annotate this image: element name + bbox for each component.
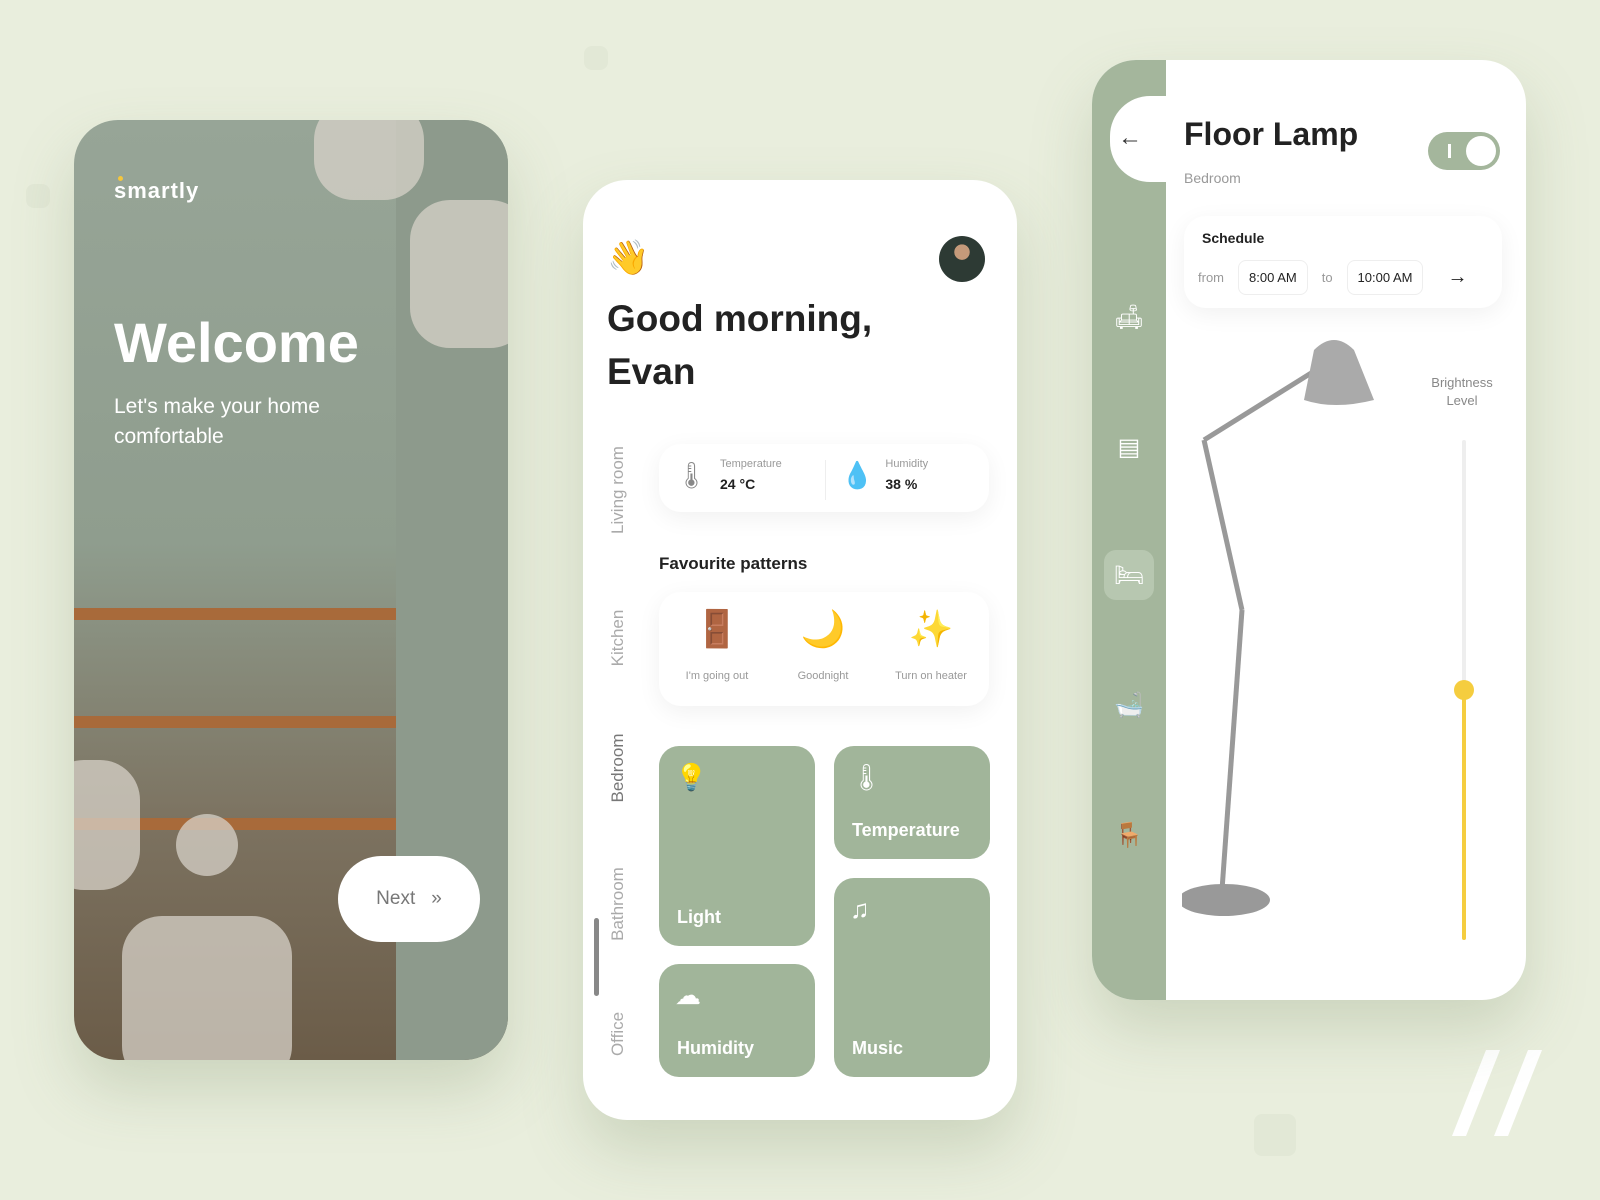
stats-card: 🌡 Temperature 24 °C 💧 Humidity 38 % <box>659 444 989 512</box>
office-chair-icon[interactable]: 🪑 <box>1104 810 1154 860</box>
tile-humidity[interactable]: ☁ Humidity <box>659 964 815 1077</box>
schedule-card: Schedule from 8:00 AM to 10:00 AM → <box>1184 216 1502 308</box>
divider <box>825 460 826 500</box>
sparkles-icon: ✨ <box>908 608 954 649</box>
bathtub-icon[interactable]: 🛁 <box>1104 680 1154 730</box>
tile-light[interactable]: 💡 Light <box>659 746 815 946</box>
tile-label: Temperature <box>852 820 960 840</box>
thermometer-icon: 🌡 <box>850 762 884 792</box>
door-icon: 🚪 <box>694 608 740 649</box>
decor <box>1254 1114 1296 1156</box>
decor <box>26 184 50 208</box>
brightness-handle[interactable] <box>1454 680 1474 700</box>
greeting: Good morning, Evan <box>607 298 873 392</box>
tile-label: Humidity <box>677 1038 755 1058</box>
brightness-label: Brightness Level <box>1431 375 1493 408</box>
from-label: from <box>1198 270 1224 285</box>
tab-office[interactable]: Office <box>608 1004 628 1064</box>
brightness-slider[interactable] <box>1454 440 1474 940</box>
tab-kitchen[interactable]: Kitchen <box>608 598 628 678</box>
waving-hand-icon: 👋 <box>607 239 650 277</box>
pattern-heater[interactable]: ✨ Turn on heater <box>881 608 981 682</box>
shelf <box>74 716 396 728</box>
bulb-icon: 💡 <box>675 762 708 792</box>
device-room: Bedroom <box>1184 170 1241 186</box>
avatar[interactable] <box>939 236 985 282</box>
pattern-going-out[interactable]: 🚪 I'm going out <box>667 608 767 682</box>
tab-bedroom[interactable]: Bedroom <box>608 723 628 813</box>
brightness-fill <box>1462 690 1466 940</box>
tab-living-room[interactable]: Living room <box>608 435 628 545</box>
pattern-label: Goodnight <box>797 670 849 682</box>
decor <box>314 120 424 200</box>
back-arrow-icon[interactable]: ← <box>1118 124 1142 152</box>
arrow-right-icon[interactable]: → <box>1447 266 1467 289</box>
decor <box>410 200 508 348</box>
tile-temperature[interactable]: 🌡 Temperature <box>834 746 990 859</box>
music-icon: ♫ <box>850 894 870 924</box>
active-room-indicator <box>594 918 599 996</box>
from-time-input[interactable]: 8:00 AM <box>1238 260 1308 295</box>
home-screen: 👋 Good morning, Evan Living room Kitchen… <box>583 180 1017 1120</box>
stat-value: 38 % <box>885 476 918 492</box>
decor <box>122 916 292 1060</box>
pattern-goodnight[interactable]: 🌙 Goodnight <box>773 608 873 682</box>
schedule-title: Schedule <box>1202 230 1265 246</box>
chevrons-right-icon: » <box>431 888 442 909</box>
moon-icon: 🌙 <box>800 608 846 649</box>
to-label: to <box>1321 270 1333 285</box>
decor <box>176 814 238 876</box>
device-screen: ← 🛋 ▤ 🛏 🛁 🪑 Floor Lamp Bedroom Schedule … <box>1092 60 1526 1000</box>
pattern-label: Turn on heater <box>895 670 967 682</box>
bed-icon[interactable]: 🛏 <box>1104 550 1154 600</box>
patterns-card: 🚪 I'm going out 🌙 Goodnight ✨ Turn on heate… <box>659 592 989 706</box>
favourites-title: Favourite patterns <box>659 554 808 573</box>
pattern-label: I'm going out <box>685 670 749 682</box>
next-label: Next <box>376 888 416 909</box>
oven-icon[interactable]: ▤ <box>1104 422 1154 472</box>
thermometer-sun-icon: 🌡 <box>675 459 709 490</box>
shelf <box>74 608 396 620</box>
next-button[interactable]: Next » <box>338 856 480 942</box>
decor <box>584 46 608 70</box>
welcome-title: Welcome <box>114 311 359 374</box>
to-time-input[interactable]: 10:00 AM <box>1346 260 1424 295</box>
sofa-icon[interactable]: 🛋 <box>1104 292 1154 342</box>
tab-bathroom[interactable]: Bathroom <box>608 859 628 949</box>
device-title: Floor Lamp <box>1184 116 1359 152</box>
cloud-rain-icon: ☁ <box>675 980 701 1010</box>
stat-label: Temperature <box>720 458 782 470</box>
decor <box>74 760 140 890</box>
stat-label: Humidity <box>885 458 929 470</box>
logo: smartly <box>114 178 200 203</box>
power-toggle[interactable] <box>1428 132 1500 170</box>
welcome-subtitle: Let's make your home comfortable <box>114 395 320 448</box>
tile-label: Light <box>677 907 721 927</box>
stat-value: 24 °C <box>720 476 756 492</box>
tile-label: Music <box>852 1038 904 1058</box>
room-tabs: Living room Kitchen Bedroom Bathroom Off… <box>593 430 643 1120</box>
brand-slashes <box>1452 1050 1542 1136</box>
floor-lamp-image <box>1182 340 1374 916</box>
droplets-icon: 💧 <box>841 459 874 490</box>
welcome-screen: smartly Welcome Let's make your home com… <box>74 120 508 1060</box>
tile-music[interactable]: ♫ Music <box>834 878 990 1077</box>
